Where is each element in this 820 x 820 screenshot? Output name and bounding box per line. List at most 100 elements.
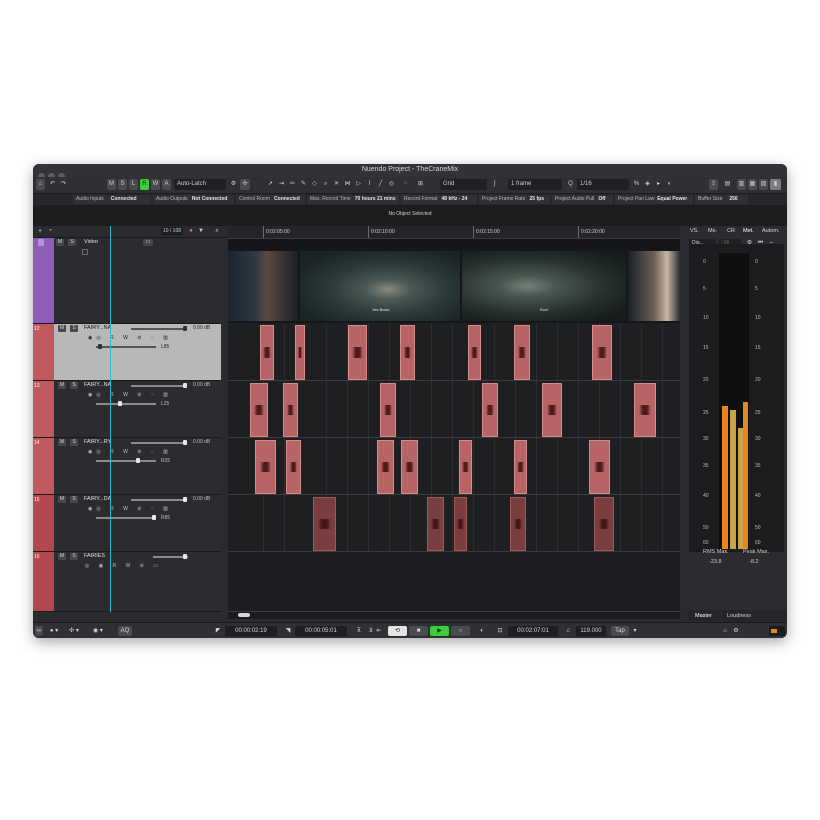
record-button[interactable]: ○ <box>451 626 470 636</box>
automation-mode-select[interactable]: Auto-Latch <box>174 179 226 190</box>
pan-knob[interactable] <box>118 401 122 406</box>
track-12[interactable]: 12 M S FAIRY...NA 0.00 dB ◉◎ R W ⊘ ◌ ▥ L… <box>33 324 221 381</box>
audio-precount-icon[interactable]: ◉ ▾ <box>89 626 107 636</box>
play-button[interactable]: ▶ <box>430 626 449 636</box>
line-tool-icon[interactable]: ╱ <box>376 179 385 190</box>
settings-icon[interactable]: ⚙ <box>229 179 238 190</box>
audio-event[interactable] <box>482 383 498 437</box>
cr-settings-icon[interactable]: ⚙ <box>732 626 740 636</box>
audio-event[interactable] <box>427 497 444 551</box>
layout-right-icon[interactable]: ▮ <box>770 179 781 190</box>
right-locator-icon[interactable]: ◥ <box>284 626 292 636</box>
solo-button[interactable]: S <box>68 239 76 246</box>
status-audio-pull[interactable]: Project Audio Pull Off <box>552 195 613 204</box>
quantize-select[interactable]: 1 frame <box>508 179 562 190</box>
status-control-room[interactable]: Control Room Connected <box>236 195 305 204</box>
tempo-field[interactable]: 119.000 <box>576 626 606 636</box>
scrub-tool-icon[interactable]: ◎ <box>387 179 396 190</box>
volume-fader[interactable] <box>131 328 186 330</box>
video-track-select[interactable] <box>38 239 44 246</box>
stop-button[interactable]: ■ <box>409 626 428 636</box>
audio-event[interactable] <box>377 440 394 494</box>
iterative-quantize-icon[interactable]: % <box>632 179 641 190</box>
solo-button[interactable]: S <box>70 553 78 560</box>
solo-button[interactable]: S <box>70 496 78 503</box>
draw-tool-icon[interactable]: ⌇ <box>365 179 374 190</box>
lane-track-14[interactable] <box>228 438 680 495</box>
track-controls[interactable]: ◉◎ R W ⊘ ◌ ▥ <box>88 506 172 512</box>
status-record-time[interactable]: Max. Record Time 70 hours 21 mins <box>307 195 399 204</box>
horizontal-scrollbar[interactable] <box>228 612 680 619</box>
status-frame-rate[interactable]: Project Frame Rate 25 fps <box>479 195 550 204</box>
audio-event[interactable] <box>250 383 268 437</box>
pan-slider[interactable] <box>96 460 156 462</box>
mute-button[interactable]: M <box>58 439 66 446</box>
status-audio-inputs[interactable]: Audio Inputs Connected <box>73 195 151 204</box>
pan-knob[interactable] <box>152 515 156 520</box>
quantize-value-select[interactable]: 1/16 <box>577 179 629 190</box>
track-13[interactable]: 13 M S FAIRY...NA 0.00 dB ◉◎ R W ⊘ ◌ ▥ L… <box>33 381 221 438</box>
pan-slider[interactable] <box>96 346 156 348</box>
audio-event[interactable] <box>514 325 530 380</box>
volume-knob[interactable] <box>183 383 187 388</box>
preroll-icon[interactable]: ⇤ <box>375 626 383 636</box>
tab-loudness[interactable]: Loudness <box>727 613 751 619</box>
audio-event[interactable] <box>514 440 527 494</box>
cr-icon[interactable]: ⌂ <box>721 626 729 636</box>
layout-lower-icon[interactable]: ▦ <box>748 179 757 190</box>
add-track-icon[interactable]: + <box>36 226 44 237</box>
lane-track-12[interactable] <box>228 324 680 381</box>
pan-slider[interactable] <box>96 517 156 519</box>
audio-event[interactable] <box>380 383 396 437</box>
track-16[interactable]: 16 M S FAIRIES ◎ ◉ R W ⊘ ▭ <box>33 552 221 612</box>
time-display-icon[interactable]: ⊡ <box>495 626 505 636</box>
solo-button[interactable]: S <box>70 439 78 446</box>
tool-group-icon[interactable]: ✣ <box>240 179 250 190</box>
tab-automation[interactable]: Autom. <box>762 228 779 234</box>
audio-event[interactable] <box>400 325 415 380</box>
track-video[interactable]: M S Video ▭ <box>33 238 221 324</box>
mute-button[interactable]: M <box>58 553 66 560</box>
automation-button[interactable]: A <box>162 179 171 190</box>
status-buffer-size[interactable]: Buffer Size 256 <box>695 195 748 204</box>
filter-icon[interactable]: ▼ <box>197 226 205 237</box>
track-14[interactable]: 14 M S FAIRY...RY 0.00 dB ◉◎ R W ⊘ ◌ ▥ R… <box>33 438 221 495</box>
object-select-icon[interactable]: ➚ <box>266 179 275 190</box>
write-mode-button[interactable]: W <box>151 179 160 190</box>
track-15[interactable]: 15 M S FAIRY...DA 0.00 dB ◉◎ R W ⊘ ◌ ▥ R… <box>33 495 221 552</box>
layout-left-icon[interactable]: ▥ <box>737 179 746 190</box>
glue-icon[interactable]: ⋈ <box>343 179 352 190</box>
track-controls[interactable]: ◉◎ R W ⊘ ◌ ▥ <box>88 449 172 455</box>
tab-master[interactable]: Master <box>695 613 712 619</box>
status-audio-outputs[interactable]: Audio Outputs Not Connected <box>153 195 234 204</box>
audio-event[interactable] <box>313 497 336 551</box>
track-controls[interactable]: ◎ ◉ R W ⊘ ▭ <box>85 563 162 569</box>
range-select-icon[interactable]: ⇥ <box>277 179 286 190</box>
audio-event[interactable] <box>592 325 612 380</box>
status-pan-law[interactable]: Project Pan Law Equal Power <box>615 195 693 204</box>
redo-icon[interactable]: ↷ <box>59 179 68 190</box>
sync-icon[interactable]: ✣ ▾ <box>67 626 81 636</box>
pan-knob[interactable] <box>136 458 140 463</box>
tempo-menu-icon[interactable]: ▾ <box>631 626 639 636</box>
volume-fader[interactable] <box>131 499 186 501</box>
search-icon[interactable]: ⌕ <box>213 226 221 237</box>
audio-event[interactable] <box>594 497 614 551</box>
play-tool-icon[interactable]: ▷ <box>354 179 363 190</box>
pan-slider[interactable] <box>96 403 156 405</box>
mute-button[interactable]: M <box>58 325 66 332</box>
video-lane[interactable]: Yes Boss! Run! <box>228 239 680 323</box>
volume-fader[interactable] <box>131 385 186 387</box>
audio-event[interactable] <box>589 440 610 494</box>
aq-button[interactable]: AQ <box>118 626 132 636</box>
erase-icon[interactable]: ◇ <box>310 179 319 190</box>
audio-event[interactable] <box>542 383 562 437</box>
lane-track-13[interactable] <box>228 381 680 438</box>
quantize-icon[interactable]: Q <box>566 179 575 190</box>
video-settings-icon[interactable]: ▭ <box>143 239 153 246</box>
mute-button[interactable]: M <box>58 496 66 503</box>
volume-knob[interactable] <box>183 440 187 445</box>
tab-vst-instruments[interactable]: VS. <box>690 228 699 234</box>
grid-icon[interactable]: ⊞ <box>416 179 425 190</box>
track-controls[interactable]: ◉◎ R W ⊘ ◌ ▥ <box>88 335 172 341</box>
